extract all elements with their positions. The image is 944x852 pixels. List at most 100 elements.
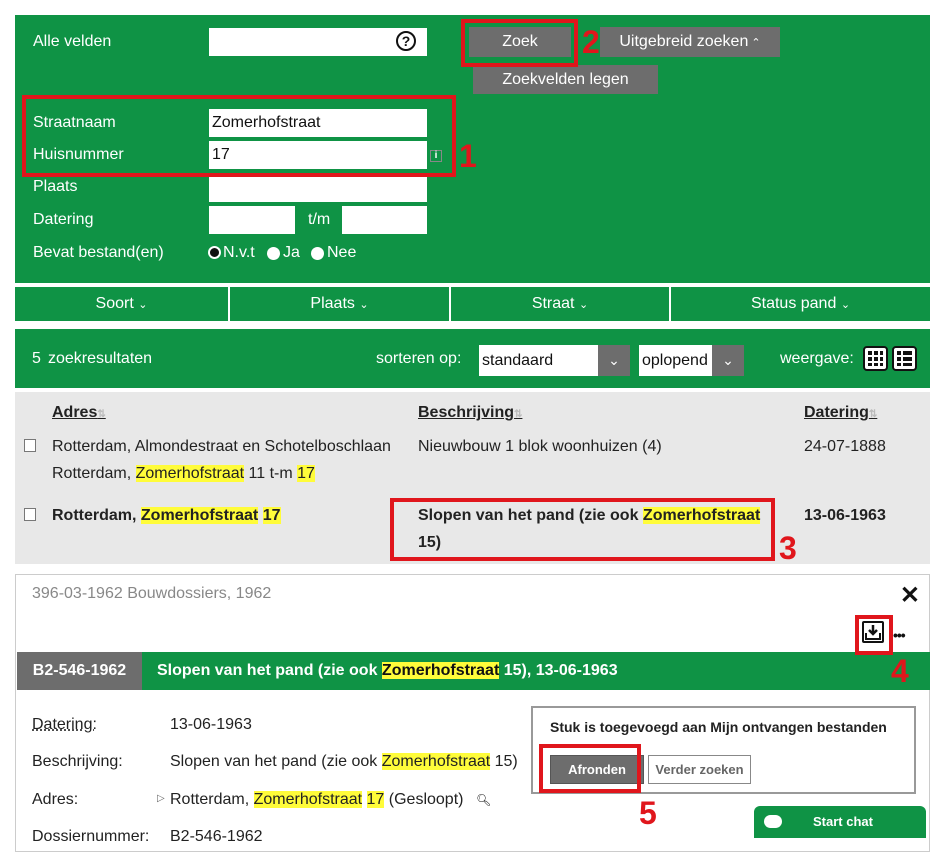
advanced-search-button[interactable]: Uitgebreid zoeken ⌃ [600,27,780,57]
facet-soort-label: Soort [95,295,134,312]
row1-address-text: Rotterdam, [52,465,136,482]
row2-address: Rotterdam, Zomerhofstraat 17 [52,502,281,529]
all-fields-label: Alle velden [33,33,112,50]
chat-bubble-icon [764,815,782,828]
radio-nvt[interactable] [208,246,221,259]
facet-status-pand-label: Status pand [750,295,837,312]
detail-address-value: Rotterdam, Zomerhofstraat 17 (Gesloopt) [170,791,463,809]
chevron-down-icon: ⌄ [598,345,630,376]
row1-description: Nieuwbouw 1 blok woonhuizen (4) [418,438,662,455]
chevron-down-icon: ⌄ [578,299,589,311]
highlight: Zomerhofstraat [381,753,491,770]
document-icon [24,439,36,452]
highlight: Zomerhofstraat [135,465,245,482]
row1-address-text: 11 t-m [244,465,298,482]
highlight: Zomerhofstraat [381,662,500,679]
detail-dossier-label: Dossiernummer: [32,828,150,845]
clear-fields-button[interactable]: Zoekvelden legen [473,65,658,94]
advanced-search-label: Uitgebreid zoeken [619,33,749,50]
annotation-box-4 [855,615,893,655]
search-icon[interactable]: 🔍︎ [476,793,491,807]
facet-straat-label: Straat [531,295,575,312]
facet-soort[interactable]: Soort ⌄ [15,287,228,321]
row1-date: 24-07-1888 [804,438,886,455]
order-select-value: oplopend [642,352,708,369]
continue-search-button[interactable]: Verder zoeken [648,755,751,784]
detail-description-value: Slopen van het pand (zie ook Zomerhofstr… [170,753,518,771]
detail-description-text: Slopen van het pand (zie ook [170,753,382,770]
results-count-label: zoekresultaten [48,350,153,367]
date-label: Datering [33,211,94,228]
row2-date: 13-06-1963 [804,507,886,524]
highlight: 17 [366,791,385,808]
radio-ja[interactable] [267,247,280,260]
order-select[interactable]: oplopend ⌄ [639,345,744,376]
facet-status-pand[interactable]: Status pand ⌄ [671,287,930,321]
row1-address-line1: Rotterdam, Almondestraat en Schotelbosch… [52,438,391,455]
header-address-label: Adres [52,404,98,421]
place-label: Plaats [33,178,78,195]
highlight: 17 [262,507,281,524]
detail-title-text: 15), 13-06-1963 [499,662,618,679]
radio-nvt-label: N.v.t [223,244,255,261]
notification-message: Stuk is toegevoegd aan Mijn ontvangen be… [550,719,887,735]
annotation-number-3: 3 [779,530,797,566]
list-view-icon[interactable] [892,346,917,371]
header-description-label: Beschrijving [418,404,515,421]
sort-label: sorteren op: [376,350,462,367]
detail-date-value: 13-06-1963 [170,716,252,733]
sort-select-value: standaard [482,352,554,369]
results-count: 5 [32,350,41,367]
row1-address-line2: Rotterdam, Zomerhofstraat 11 t-m 17 [52,460,315,487]
close-icon[interactable]: ✕ [900,581,920,610]
place-input[interactable] [209,174,427,202]
help-icon[interactable]: ? [396,31,416,51]
all-fields-input[interactable] [209,28,427,56]
chevron-down-icon: ⌄ [359,299,369,311]
facet-plaats[interactable]: Plaats ⌄ [230,287,449,321]
date-separator: t/m [308,211,331,228]
row2-address-text: Rotterdam, [52,507,141,524]
radio-ja-label: Ja [283,244,300,261]
highlight: Zomerhofstraat [253,791,363,808]
date-from-input[interactable] [209,206,295,234]
chevron-up-icon: ⌃ [748,37,761,49]
annotation-number-2: 2 [582,24,600,60]
facet-straat[interactable]: Straat ⌄ [451,287,669,321]
highlight: 17 [297,465,315,482]
detail-dossier-value: B2-546-1962 [170,828,263,845]
expand-triangle-icon[interactable]: ▷ [157,793,165,804]
document-icon [24,508,36,521]
header-description[interactable]: Beschrijving⇅ [418,404,522,422]
detail-title-text: Slopen van het pand (zie ook [157,662,382,679]
annotation-box-3 [390,498,775,561]
archive-reference: 396-03-1962 Bouwdossiers, 1962 [32,585,272,602]
sort-icon: ⇅ [868,409,878,420]
chevron-down-icon: ⌄ [138,299,148,311]
more-options-icon[interactable]: ••• [893,627,906,643]
sort-icon: ⇅ [514,409,523,420]
annotation-box-2 [461,19,578,67]
annotation-number-5: 5 [639,795,657,831]
radio-nee[interactable] [311,247,324,260]
sort-select[interactable]: standaard ⌄ [479,345,630,376]
grid-view-icon[interactable] [863,346,888,371]
detail-title: Slopen van het pand (zie ook Zomerhofstr… [157,652,618,690]
detail-address-text: Rotterdam, [170,791,254,808]
annotation-number-4: 4 [891,653,909,689]
detail-address-text: (Gesloopt) [384,791,464,808]
header-address[interactable]: Adres⇅ [52,404,106,422]
annotation-box-5 [539,744,641,793]
date-to-input[interactable] [342,206,427,234]
chevron-down-icon: ⌄ [840,299,851,311]
detail-address-text [362,791,366,808]
annotation-number-1: 1 [459,138,477,174]
header-date[interactable]: Datering⇅ [804,404,877,422]
start-chat-button[interactable]: Start chat [754,806,926,838]
header-date-label: Datering [804,404,869,421]
annotation-box-1 [22,95,456,177]
results-bar: 5 zoekresultaten sorteren op: standaard … [15,329,930,388]
detail-address-label: Adres: [32,791,79,808]
view-label: weergave: [780,350,854,367]
dossier-code: B2-546-1962 [17,652,142,690]
